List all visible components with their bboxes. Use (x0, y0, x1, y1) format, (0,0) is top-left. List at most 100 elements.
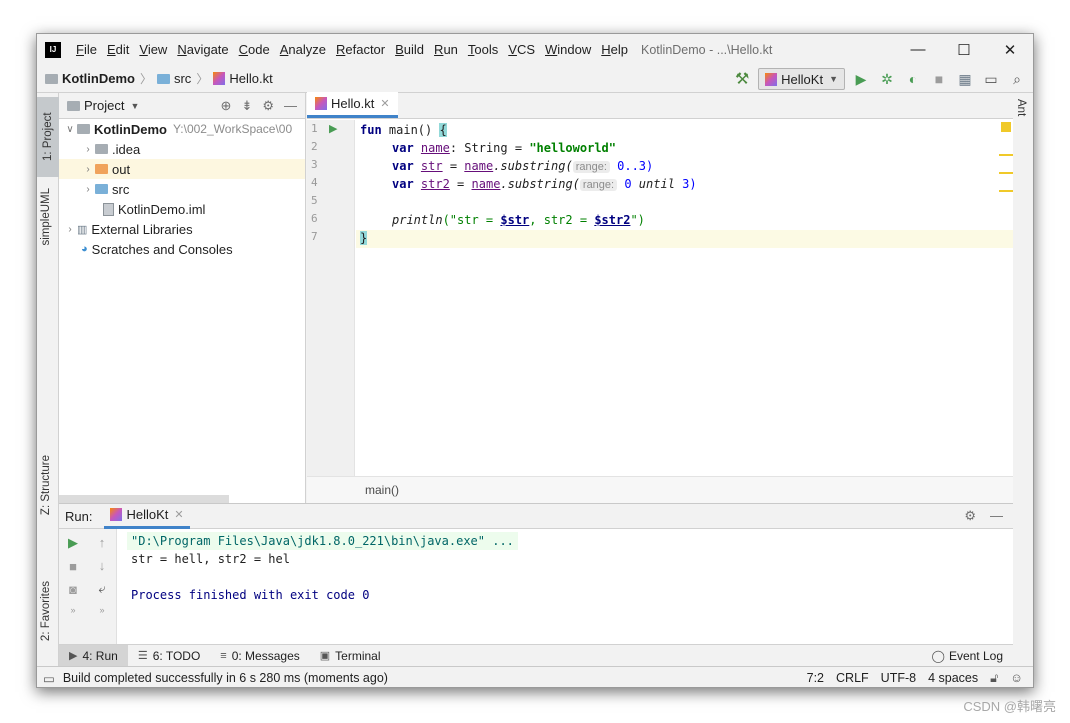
more-actions-icon[interactable]: » (99, 605, 104, 615)
tree-item-iml[interactable]: KotlinDemo.iml (59, 199, 305, 219)
list-icon: ☰ (137, 650, 148, 662)
menu-build[interactable]: Build (390, 42, 429, 57)
crumb-project[interactable]: KotlinDemo (62, 71, 135, 86)
tree-item-scratches[interactable]: ◕ Scratches and Consoles (59, 239, 305, 259)
menu-file[interactable]: File (71, 42, 102, 57)
window-title: KotlinDemo - ...\Hello.kt (641, 42, 773, 57)
code-line-6: println("str = $str, str2 = $str2") (392, 211, 645, 229)
tool-window-todo-label: 6: TODO (152, 648, 201, 663)
tree-item-out[interactable]: › out (59, 159, 305, 179)
chevron-right-icon[interactable]: › (81, 144, 95, 155)
minimize-button[interactable]: — (895, 34, 941, 65)
build-hammer-icon[interactable]: ⚒ (732, 69, 752, 89)
code-token: println (392, 213, 443, 227)
warning-indicator-icon[interactable] (1001, 122, 1011, 132)
menu-tools[interactable]: Tools (463, 42, 503, 57)
tree-item-external-libraries[interactable]: › ▥ External Libraries (59, 219, 305, 239)
tab-structure[interactable]: Z: Structure (40, 455, 52, 515)
code-token: name (464, 159, 494, 173)
console-output[interactable]: "D:\Program Files\Java\jdk1.8.0_221\bin\… (125, 529, 1013, 645)
code-token: = (442, 159, 465, 173)
menu-window[interactable]: Window (540, 42, 596, 57)
project-structure-icon[interactable]: ▦ (955, 71, 975, 88)
stop-icon[interactable]: ■ (69, 559, 77, 574)
indent-setting[interactable]: 4 spaces (928, 671, 978, 685)
run-icon[interactable]: ▶ (851, 71, 871, 88)
warning-marker[interactable] (999, 172, 1013, 174)
search-icon[interactable]: ⌕ (1007, 71, 1027, 88)
code-breadcrumb-item[interactable]: main() (365, 483, 399, 497)
menu-run[interactable]: Run (429, 42, 463, 57)
warning-marker[interactable] (999, 190, 1013, 192)
run-config-label: HelloKt (781, 71, 824, 87)
arrow-down-icon[interactable]: ↓ (99, 558, 106, 573)
hide-panel-icon[interactable]: — (284, 98, 297, 114)
tab-simpleuml[interactable]: simpleUML (40, 188, 52, 246)
close-button[interactable]: ✕ (987, 34, 1033, 65)
soft-wrap-icon[interactable]: ⤶ (98, 581, 105, 597)
stop-icon[interactable]: ■ (929, 71, 949, 87)
tool-window-terminal[interactable]: ▣ Terminal (310, 645, 391, 667)
caret-position[interactable]: 7:2 (807, 671, 824, 685)
status-message[interactable]: Build completed successfully in 6 s 280 … (63, 671, 388, 685)
run-gutter-icon[interactable]: ▶ (329, 122, 337, 135)
editor-tab-hello[interactable]: Hello.kt ✕ (307, 92, 398, 118)
tab-ant[interactable]: Ant (1015, 99, 1027, 116)
arrow-up-icon[interactable]: ↑ (99, 535, 106, 550)
menu-navigate[interactable]: Navigate (172, 42, 233, 57)
code-line-1: fun main() { (360, 121, 447, 139)
menu-code[interactable]: Code (234, 42, 275, 57)
tab-project[interactable]: 1: Project (37, 97, 59, 177)
warning-marker[interactable] (999, 154, 1013, 156)
messages-icon: ≡ (220, 649, 227, 662)
kotlin-file-icon (315, 97, 327, 110)
tree-item-idea[interactable]: › .idea (59, 139, 305, 159)
tree-item-src[interactable]: › src (59, 179, 305, 199)
menu-refactor[interactable]: Refactor (331, 42, 390, 57)
gear-icon[interactable]: ⚙ (964, 508, 976, 524)
code-area[interactable]: 1 ▶ 2 3 4 5 6 7 fun main() { var name: S… (307, 120, 1013, 476)
presentation-icon[interactable]: ▭ (981, 71, 1001, 88)
camera-icon[interactable]: ◙ (69, 582, 77, 597)
chevron-down-icon[interactable]: ∨ (63, 124, 77, 135)
locate-crosshair-icon[interactable]: ⊕ (221, 98, 232, 114)
horizontal-scrollbar[interactable] (59, 495, 229, 503)
toggle-tool-windows-icon[interactable]: ▭ (43, 671, 55, 686)
project-view-select[interactable]: Project (84, 98, 124, 113)
tree-item-project-root[interactable]: ∨ KotlinDemo Y:\002_WorkSpace\00 (59, 119, 305, 139)
gear-icon[interactable]: ⚙ (262, 98, 274, 114)
crumb-src[interactable]: src (174, 71, 191, 86)
inspector-icon[interactable]: ☺ (1010, 671, 1023, 685)
tool-window-messages[interactable]: ≡ 0: Messages (210, 645, 309, 667)
file-encoding[interactable]: UTF-8 (881, 671, 916, 685)
menu-help[interactable]: Help (596, 42, 633, 57)
close-tab-icon[interactable]: ✕ (380, 97, 389, 110)
close-tab-icon[interactable]: ✕ (174, 508, 183, 521)
chevron-down-icon[interactable]: ▼ (130, 101, 139, 111)
tab-favorites[interactable]: 2: Favorites (40, 581, 52, 641)
menu-view[interactable]: View (134, 42, 172, 57)
menu-analyze[interactable]: Analyze (275, 42, 331, 57)
coverage-icon[interactable]: ◐ (903, 71, 923, 87)
menu-vcs[interactable]: VCS (503, 42, 540, 57)
tool-window-todo[interactable]: ☰ 6: TODO (128, 645, 210, 667)
maximize-button[interactable]: ☐ (941, 34, 987, 65)
line-separator[interactable]: CRLF (836, 671, 869, 685)
status-widgets: 7:2 CRLF UTF-8 4 spaces 🔓︎ ☺ (807, 671, 1033, 686)
more-actions-icon[interactable]: » (70, 605, 75, 615)
chevron-right-icon[interactable]: › (81, 164, 95, 175)
chevron-right-icon[interactable]: › (63, 224, 77, 235)
hide-panel-icon[interactable]: — (990, 508, 1003, 524)
rerun-icon[interactable]: ▶ (68, 535, 78, 551)
run-tab-hellokt[interactable]: HelloKt ✕ (104, 504, 190, 529)
event-log-button[interactable]: ◯ Event Log (932, 649, 1013, 663)
tool-window-run[interactable]: ▶ 4: Run (59, 644, 128, 667)
collapse-all-icon[interactable]: ⇟ (241, 98, 252, 114)
debug-bug-icon[interactable]: ✲ (877, 71, 897, 88)
project-panel-actions: ⊕ ⇟ ⚙ — (221, 98, 305, 114)
crumb-file[interactable]: Hello.kt (229, 71, 272, 86)
menu-edit[interactable]: Edit (102, 42, 134, 57)
chevron-right-icon[interactable]: › (81, 184, 95, 195)
run-configuration-select[interactable]: HelloKt ▼ (758, 68, 845, 90)
lock-icon[interactable]: 🔓︎ (990, 671, 998, 686)
